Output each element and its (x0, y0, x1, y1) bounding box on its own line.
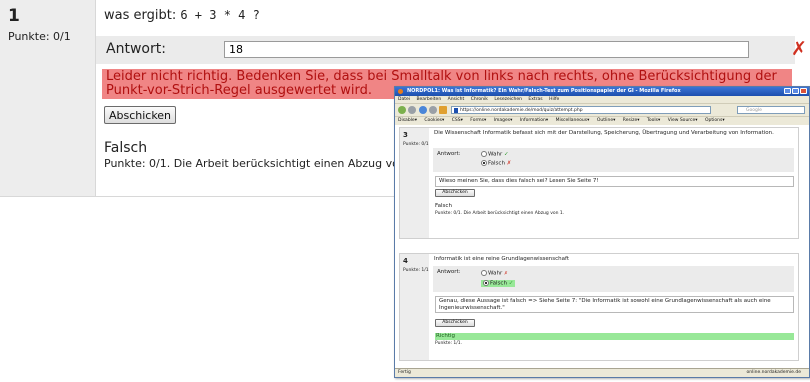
question-number: 4 (403, 257, 408, 265)
question-expression: 6 + 3 * 4 ? (180, 8, 260, 22)
answer-box: Antwort: Wahr ✓ Falsch ✗ (433, 148, 794, 172)
option-label: Wahr (488, 151, 503, 158)
search-placeholder: Google (746, 108, 762, 113)
cross-icon: ✗ (503, 271, 508, 277)
menu-item[interactable]: Hilfe (549, 97, 559, 102)
option-false[interactable]: Falsch ✓ (481, 280, 516, 287)
question-prompt: was ergibt: (104, 8, 177, 23)
toolbar-item[interactable]: Forms▾ (470, 118, 486, 123)
grading-text: Punkte: 0/1. Die Arbeit berücksichtigt e… (435, 211, 565, 216)
check-icon: ✓ (503, 151, 509, 158)
url-text: https://online.nordakademie.de/mod/quiz/… (460, 108, 583, 113)
menu-item[interactable]: Bearbeiten (416, 97, 441, 102)
firefox-window-screenshot: NORDPOL1: Was ist Informatik? Ein Wahr/F… (394, 86, 810, 378)
menu-bar: Datei Bearbeiten Ansicht Chronik Lesezei… (395, 96, 809, 103)
answer-input[interactable] (224, 41, 749, 58)
toolbar-item[interactable]: Cookies▾ (424, 118, 444, 123)
radio-icon[interactable] (481, 270, 487, 276)
answer-box: Antwort: ✗ (96, 36, 807, 64)
cross-icon: ✗ (506, 160, 512, 167)
home-icon[interactable] (439, 106, 447, 114)
grading-text: Punkte: 0/1. Die Arbeit berücksichtigt e… (104, 157, 431, 170)
radio-selected-icon[interactable] (483, 280, 489, 286)
toolbar-item[interactable]: Information▾ (520, 118, 548, 123)
question-text: Informatik ist eine reine Grundlagenwiss… (434, 256, 570, 262)
check-icon: ✓ (508, 280, 514, 287)
question-text: was ergibt: 6 + 3 * 4 ? (104, 8, 260, 23)
question-points: Punkte: 0/1 (403, 142, 429, 147)
search-box[interactable]: Google (737, 106, 805, 114)
menu-item[interactable]: Chronik (471, 97, 488, 102)
option-true[interactable]: Wahr ✓ (481, 151, 509, 158)
question-info-panel: 3 Punkte: 0/1 (400, 128, 429, 238)
submit-button[interactable]: Abschicken (435, 189, 475, 197)
menu-item[interactable]: Ansicht (448, 97, 465, 102)
navigation-toolbar: https://online.nordakademie.de/mod/quiz/… (395, 103, 809, 117)
feedback-message: Genau, diese Aussage ist falsch => Siehe… (435, 296, 794, 313)
answer-box: Antwort: Wahr ✗ Falsch ✓ (433, 266, 794, 292)
toolbar-item[interactable]: Images▾ (494, 118, 513, 123)
menu-item[interactable]: Lesezeichen (494, 97, 522, 102)
question-text: Die Wissenschaft Informatik befasst sich… (434, 130, 774, 136)
window-title: NORDPOL1: Was ist Informatik? Ein Wahr/F… (407, 88, 681, 94)
grading-text: Punkte: 1/1. (435, 341, 463, 346)
reload-icon[interactable] (419, 106, 427, 114)
toolbar-item[interactable]: View Source▾ (668, 118, 698, 123)
question-3: 3 Punkte: 0/1 Die Wissenschaft Informati… (399, 127, 799, 239)
forward-icon[interactable] (408, 106, 416, 114)
status-domain: online.nordakademie.de (746, 370, 801, 375)
site-identity-icon (454, 108, 458, 113)
minimize-icon[interactable] (784, 88, 791, 94)
toolbar-item[interactable]: Outline▾ (597, 118, 616, 123)
toolbar-item[interactable]: Tools▾ (647, 118, 660, 123)
browser-content: 3 Punkte: 0/1 Die Wissenschaft Informati… (395, 125, 809, 369)
answer-label: Antwort: (437, 151, 461, 157)
window-titlebar: NORDPOL1: Was ist Informatik? Ein Wahr/F… (395, 87, 809, 96)
question-points: Punkte: 0/1 (8, 30, 71, 43)
submit-button[interactable]: Abschicken (435, 319, 475, 327)
menu-item[interactable]: Extras (528, 97, 542, 102)
feedback-message: Wieso meinen Sie, dass dies falsch sei? … (435, 176, 794, 187)
close-icon[interactable] (800, 88, 807, 94)
radio-selected-icon[interactable] (481, 160, 487, 166)
submit-button[interactable]: Abschicken (104, 106, 176, 124)
back-icon[interactable] (398, 106, 406, 114)
question-4: 4 Punkte: 1/1 Informatik ist eine reine … (399, 253, 799, 361)
incorrect-icon: ✗ (791, 38, 807, 60)
menu-item[interactable]: Datei (398, 97, 410, 102)
question-info-panel: 4 Punkte: 1/1 (400, 254, 429, 360)
result-text: Richtig (435, 333, 794, 340)
status-bar: Fertig online.nordakademie.de (395, 368, 809, 377)
stop-icon[interactable] (429, 106, 437, 114)
question-number: 1 (8, 6, 20, 26)
option-true[interactable]: Wahr ✗ (481, 270, 508, 277)
maximize-icon[interactable] (792, 88, 799, 94)
toolbar-item[interactable]: Miscellaneous▾ (556, 118, 590, 123)
answer-label: Antwort: (437, 269, 461, 275)
firefox-icon (398, 89, 403, 94)
question-number: 3 (403, 131, 408, 139)
toolbar-item[interactable]: Disable▾ (398, 118, 417, 123)
option-false[interactable]: Falsch ✗ (481, 160, 511, 167)
option-label: Wahr (488, 270, 503, 277)
question-points: Punkte: 1/1 (403, 268, 429, 273)
option-label: Falsch (488, 160, 505, 167)
url-bar[interactable]: https://online.nordakademie.de/mod/quiz/… (451, 106, 711, 114)
toolbar-item[interactable]: Resize▾ (623, 118, 640, 123)
question-info-panel: 1 Punkte: 0/1 (0, 0, 96, 197)
result-text: Falsch (104, 140, 148, 156)
status-text: Fertig (398, 370, 411, 375)
toolbar-item[interactable]: Options▾ (705, 118, 725, 123)
radio-icon[interactable] (481, 151, 487, 157)
answer-label: Antwort: (106, 41, 166, 57)
toolbar-item[interactable]: CSS▾ (452, 118, 463, 123)
result-text: Falsch (435, 203, 452, 209)
option-label: Falsch (490, 280, 507, 287)
